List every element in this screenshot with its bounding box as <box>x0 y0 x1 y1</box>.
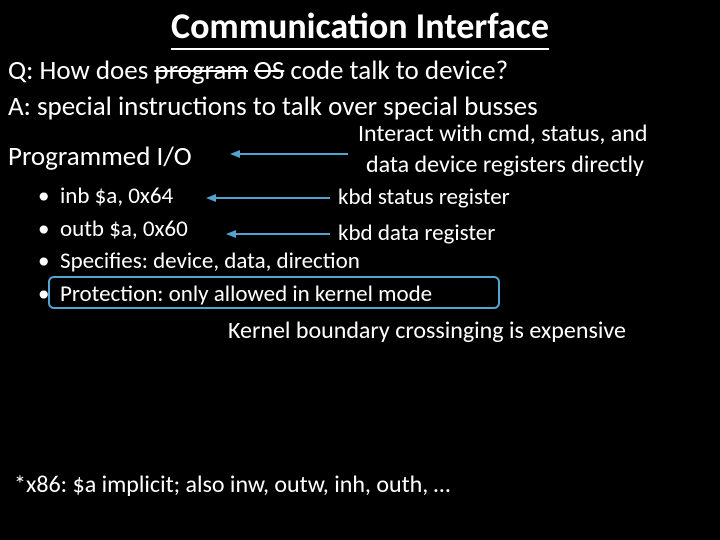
protection-highlight-box <box>48 276 500 309</box>
bullet-dot-icon: • <box>38 245 60 278</box>
interact-note-line1: Interact with cmd, status, and <box>358 120 648 149</box>
slide: Communication Interface Q: How does prog… <box>0 0 720 540</box>
footnote: *x86: $a implicit; also inw, outw, inh, … <box>14 470 450 499</box>
q-strike-program: program <box>154 54 247 87</box>
arrow-pio-icon <box>228 144 352 164</box>
arrow-inb-icon <box>204 188 334 208</box>
title-text: Communication Interface <box>171 4 549 50</box>
q-prefix: Q: How does <box>8 54 154 87</box>
kernel-note: Kernel boundary crossinging is expensive <box>228 316 626 345</box>
bullet-text: inb $a, 0x64 <box>60 180 173 213</box>
kbd-data-label: kbd data register <box>338 219 495 247</box>
bullet-text: Specifies: device, data, direction <box>60 245 360 278</box>
slide-title: Communication Interface <box>0 4 720 48</box>
question-line: Q: How does program OS code talk to devi… <box>8 54 508 87</box>
kbd-status-label: kbd status register <box>338 183 510 211</box>
arrow-outb-icon <box>224 224 334 244</box>
programmed-io-label: Programmed I/O <box>8 140 192 173</box>
bullet-dot-icon: • <box>38 213 60 246</box>
list-item: •Specifies: device, data, direction <box>38 245 432 278</box>
bullet-dot-icon: • <box>38 180 60 213</box>
bullet-text: outb $a, 0x60 <box>60 213 188 246</box>
q-suffix: code talk to device? <box>284 54 508 87</box>
interact-note-line2: data device registers directly <box>366 150 644 179</box>
q-strike-os: OS <box>254 54 284 87</box>
